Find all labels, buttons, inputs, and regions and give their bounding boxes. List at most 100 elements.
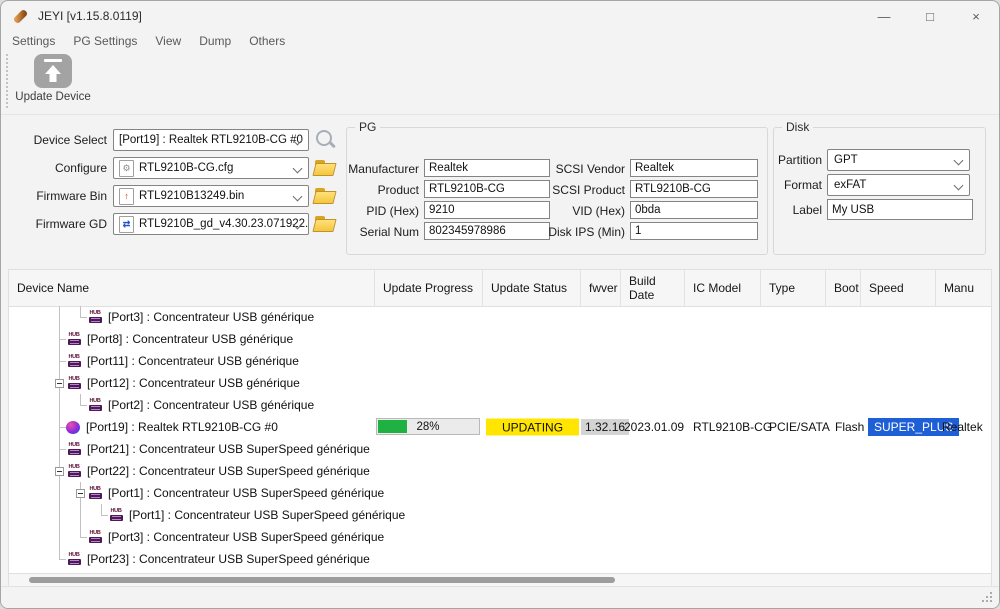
pg-row: Serial Num 802345978986 Disk IPS (Min) 1 [347, 222, 767, 242]
usb-hub-icon: HUB [108, 509, 124, 521]
window-controls: — □ × [861, 1, 999, 31]
vid-hex-field[interactable]: 0bda [630, 201, 758, 219]
pg-row: PID (Hex) 9210 VID (Hex) 0bda [347, 201, 767, 221]
close-button[interactable]: × [953, 1, 999, 31]
pg-groupbox: PG Manufacturer Realtek SCSI Vendor Real… [346, 127, 768, 255]
manufacturer-field[interactable]: Realtek [424, 159, 550, 177]
format-combobox[interactable]: exFAT [827, 174, 970, 196]
maximize-button[interactable]: □ [907, 1, 953, 31]
disk-ips-field[interactable]: 1 [630, 222, 758, 240]
scsi-vendor-field[interactable]: Realtek [630, 159, 758, 177]
tree-row[interactable]: HUB [Port1] : Concentrateur USB SuperSpe… [9, 504, 991, 526]
tree-row-label: [Port2] : Concentrateur USB générique [108, 398, 314, 412]
pid-hex-label: PID (Hex) [351, 201, 419, 221]
update-device-button[interactable]: Update Device [13, 52, 93, 112]
tree-row[interactable]: HUB [Port3] : Concentrateur USB génériqu… [9, 306, 991, 328]
col-type[interactable]: Type [760, 270, 825, 306]
boot-value: Flash [835, 420, 864, 434]
ic-model-value: RTL9210B-CG [693, 420, 772, 434]
configure-combobox[interactable]: ⚙ RTL9210B-CG.cfg [113, 157, 309, 179]
firmware-bin-browse-button[interactable] [314, 185, 338, 207]
menu-dump[interactable]: Dump [197, 34, 233, 48]
toolbar-grip[interactable] [6, 54, 8, 108]
chevron-down-icon [293, 192, 303, 202]
expander-minus-icon[interactable] [55, 379, 64, 388]
tree-row[interactable]: HUB [Port21] : Concentrateur USB SuperSp… [9, 438, 991, 460]
tree-row-label: [Port3] : Concentrateur USB générique [108, 310, 314, 324]
pid-hex-field[interactable]: 9210 [424, 201, 550, 219]
col-manu[interactable]: Manu [935, 270, 993, 306]
pg-row: Manufacturer Realtek SCSI Vendor Realtek [347, 159, 767, 179]
tree-row[interactable]: HUB [Port2] : Concentrateur USB génériqu… [9, 394, 991, 416]
chevron-down-icon [293, 164, 303, 174]
col-build-date[interactable]: Build Date [620, 270, 684, 306]
col-speed[interactable]: Speed [860, 270, 935, 306]
tree-row-updating[interactable]: [Port19] : Realtek RTL9210B-CG #0 28% UP… [9, 416, 991, 438]
device-select-label: Device Select [1, 129, 107, 151]
firmware-bin-value: RTL9210B13249.bin [139, 190, 244, 202]
device-search-button[interactable] [314, 129, 338, 151]
usb-hub-icon: HUB [66, 465, 82, 477]
usb-hub-icon: HUB [66, 333, 82, 345]
usb-device-icon [66, 421, 80, 434]
tree-row[interactable]: HUB [Port1] : Concentrateur USB SuperSpe… [9, 482, 991, 504]
tree-row[interactable]: HUB [Port12] : Concentrateur USB génériq… [9, 372, 991, 394]
firmware-gd-browse-button[interactable] [314, 213, 338, 235]
menu-pg-settings[interactable]: PG Settings [71, 34, 139, 48]
tree-row[interactable]: HUB [Port11] : Concentrateur USB génériq… [9, 350, 991, 372]
configure-value: RTL9210B-CG.cfg [139, 162, 233, 174]
col-update-progress[interactable]: Update Progress [374, 270, 482, 306]
usb-hub-icon: HUB [87, 531, 103, 543]
tree-row[interactable]: HUB [Port22] : Concentrateur USB SuperSp… [9, 460, 991, 482]
scrollbar-thumb[interactable] [29, 577, 615, 583]
firmware-file-icon: ↑ [119, 188, 134, 205]
device-select-combobox[interactable]: [Port19] : Realtek RTL9210B-CG #0 [113, 129, 309, 151]
format-value: exFAT [834, 179, 866, 191]
pg-row: Product RTL9210B-CG SCSI Product RTL9210… [347, 180, 767, 200]
tree-row[interactable]: HUB [Port8] : Concentrateur USB génériqu… [9, 328, 991, 350]
col-update-status[interactable]: Update Status [482, 270, 580, 306]
resize-grip-icon[interactable] [982, 592, 993, 603]
tree-row[interactable]: HUB [Port3] : Concentrateur USB SuperSpe… [9, 526, 991, 548]
tree-row-label: [Port11] : Concentrateur USB générique [87, 354, 299, 368]
usb-hub-icon: HUB [66, 553, 82, 565]
expander-minus-icon[interactable] [55, 467, 64, 476]
horizontal-scrollbar[interactable] [9, 573, 991, 586]
disk-group-title: Disk [782, 120, 813, 134]
partition-value: GPT [834, 154, 858, 166]
tree-row-label: [Port1] : Concentrateur USB SuperSpeed g… [108, 486, 384, 500]
partition-combobox[interactable]: GPT [827, 149, 970, 171]
update-progress-bar: 28% [376, 418, 480, 435]
device-select-value: [Port19] : Realtek RTL9210B-CG #0 [119, 134, 303, 146]
firmware-gd-combobox[interactable]: ⇄ RTL9210B_gd_v4.30.23.071922.bin [113, 213, 309, 235]
usb-hub-icon: HUB [87, 487, 103, 499]
menu-view[interactable]: View [153, 34, 183, 48]
tree-row[interactable]: HUB [Port23] : Concentrateur USB SuperSp… [9, 548, 991, 570]
manufacturer-label: Manufacturer [351, 159, 419, 179]
fwver-value: 1.32.16 [581, 419, 629, 435]
tree-row-label: [Port12] : Concentrateur USB générique [87, 376, 300, 390]
menu-bar: Settings PG Settings View Dump Others [1, 31, 999, 50]
disk-label-field[interactable]: My USB [827, 199, 973, 220]
col-boot[interactable]: Boot [825, 270, 860, 306]
usb-hub-icon: HUB [87, 399, 103, 411]
toolbar: Update Device [1, 50, 999, 115]
expander-minus-icon[interactable] [76, 489, 85, 498]
table-header: Device Name Update Progress Update Statu… [9, 270, 991, 307]
firmware-gd-row: Firmware GD ⇄ RTL9210B_gd_v4.30.23.07192… [1, 213, 346, 235]
menu-settings[interactable]: Settings [10, 34, 57, 48]
col-device-name[interactable]: Device Name [9, 270, 374, 306]
serial-num-field[interactable]: 802345978986 [424, 222, 550, 240]
usb-hub-icon: HUB [87, 311, 103, 323]
tree-row-label: [Port19] : Realtek RTL9210B-CG #0 [86, 420, 278, 434]
configure-browse-button[interactable] [314, 157, 338, 179]
product-field[interactable]: RTL9210B-CG [424, 180, 550, 198]
col-ic-model[interactable]: IC Model [684, 270, 760, 306]
col-fwver[interactable]: fwver [580, 270, 620, 306]
menu-others[interactable]: Others [247, 34, 287, 48]
configure-label: Configure [1, 157, 107, 179]
format-label: Format [774, 175, 822, 195]
firmware-bin-combobox[interactable]: ↑ RTL9210B13249.bin [113, 185, 309, 207]
scsi-product-field[interactable]: RTL9210B-CG [630, 180, 758, 198]
minimize-button[interactable]: — [861, 1, 907, 31]
